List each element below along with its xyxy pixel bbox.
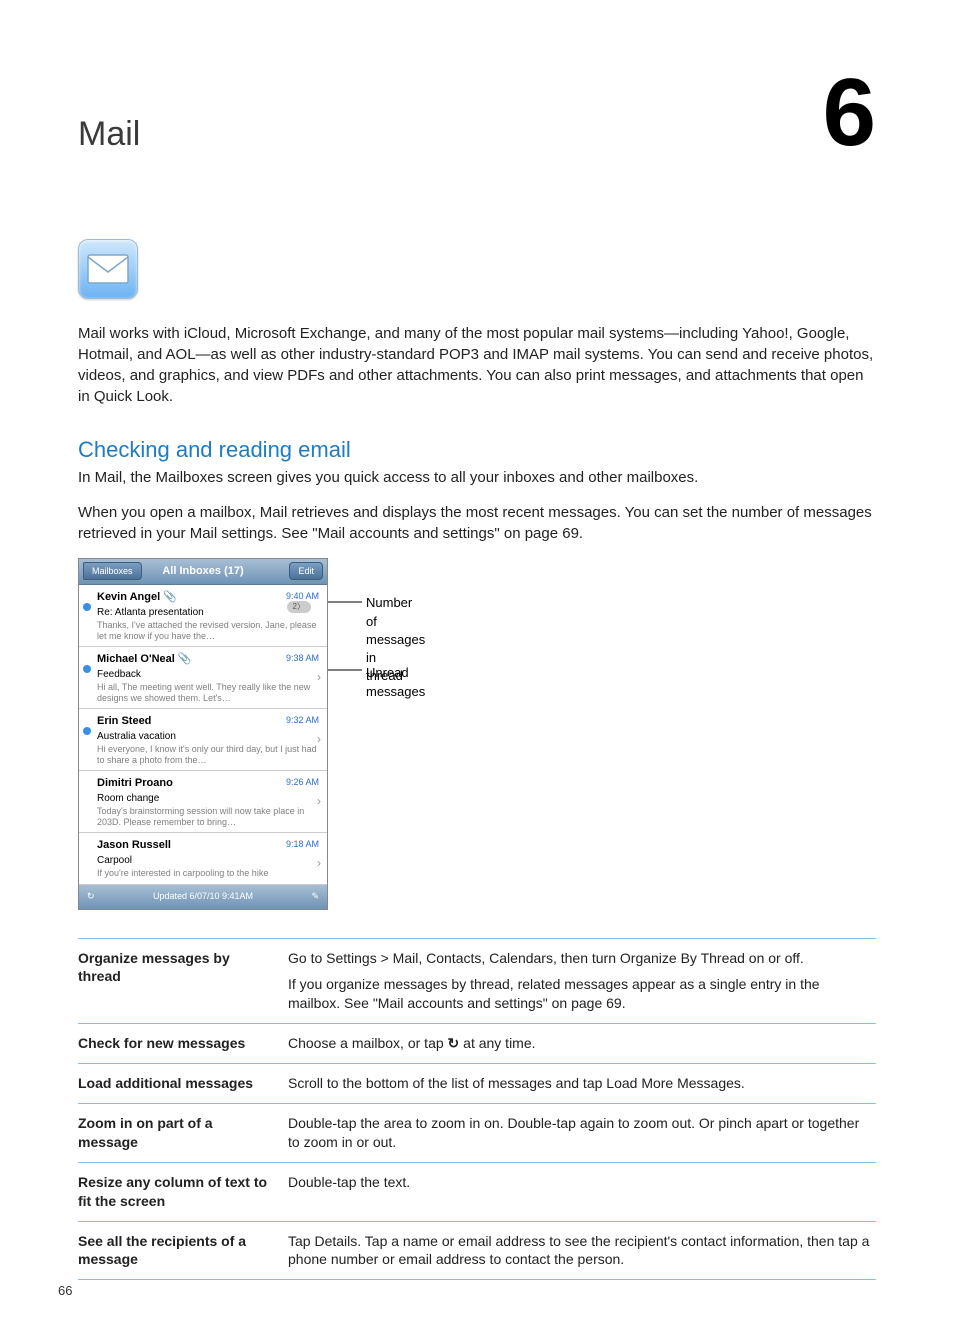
navbar-title: All Inboxes (17): [162, 564, 243, 579]
unread-dot: [83, 727, 91, 735]
toolbar: ↻ Updated 6/07/10 9:41AM ✎: [79, 885, 327, 909]
callout-unread: Unread messages: [366, 664, 425, 700]
mail-app-icon: [78, 239, 138, 299]
task-name: See all the recipients of a message: [78, 1221, 288, 1280]
message-row[interactable]: Kevin Angel 📎9:40 AMRe: Atlanta presenta…: [79, 585, 327, 647]
subject: Room change: [97, 792, 321, 806]
unread-dot: [83, 665, 91, 673]
preview: Thanks, I've attached the revised versio…: [97, 620, 321, 642]
preview: Hi everyone, I know it's only our third …: [97, 744, 321, 766]
time: 9:32 AM: [286, 714, 319, 727]
section-paragraph: When you open a mailbox, Mail retrieves …: [78, 502, 876, 544]
chevron-right-icon: ›: [317, 669, 321, 686]
chevron-right-icon: ›: [317, 793, 321, 810]
section-heading: Checking and reading email: [78, 435, 876, 466]
task-description: Double-tap the area to zoom in on. Doubl…: [288, 1103, 876, 1162]
time: 9:38 AM: [286, 652, 319, 665]
subject: Australia vacation: [97, 730, 321, 744]
navbar: Mailboxes All Inboxes (17) Edit: [79, 559, 327, 585]
message-row[interactable]: Jason Russell9:18 AMCarpoolIf you're int…: [79, 833, 327, 884]
message-row[interactable]: Michael O'Neal 📎9:38 AMFeedbackHi all, T…: [79, 647, 327, 709]
task-row: Check for new messagesChoose a mailbox, …: [78, 1024, 876, 1064]
edit-button[interactable]: Edit: [289, 562, 323, 580]
message-row[interactable]: Erin Steed9:32 AMAustralia vacationHi ev…: [79, 709, 327, 771]
time: 9:26 AM: [286, 776, 319, 789]
callout-thread-count: Number of: [366, 594, 425, 630]
status-text: Updated 6/07/10 9:41AM: [153, 890, 253, 903]
task-row: Zoom in on part of a messageDouble-tap t…: [78, 1103, 876, 1162]
chapter-number: 6: [823, 70, 876, 156]
message-row[interactable]: Dimitri Proano9:26 AMRoom changeToday's …: [79, 771, 327, 833]
page-number: 66: [58, 1282, 72, 1300]
chevron-right-icon: ›: [317, 731, 321, 748]
task-row: Resize any column of text to fit the scr…: [78, 1162, 876, 1221]
tasks-table: Organize messages by threadGo to Setting…: [78, 938, 876, 1281]
intro-paragraph: Mail works with iCloud, Microsoft Exchan…: [78, 323, 876, 407]
task-name: Check for new messages: [78, 1024, 288, 1064]
task-row: Load additional messagesScroll to the bo…: [78, 1064, 876, 1104]
mailboxes-back-button[interactable]: Mailboxes: [83, 562, 142, 580]
preview: Hi all, The meeting went well. They real…: [97, 682, 321, 704]
task-row: Organize messages by threadGo to Setting…: [78, 938, 876, 1024]
thread-count-badge: 2〉: [287, 601, 311, 612]
task-description: Scroll to the bottom of the list of mess…: [288, 1064, 876, 1104]
task-name: Resize any column of text to fit the scr…: [78, 1162, 288, 1221]
unread-dot: [83, 603, 91, 611]
callouts: Number of messages in thread Unread mess…: [328, 558, 352, 592]
task-name: Load additional messages: [78, 1064, 288, 1104]
task-description: Choose a mailbox, or tap ↻ at any time.: [288, 1024, 876, 1064]
task-description: Tap Details. Tap a name or email address…: [288, 1221, 876, 1280]
chevron-right-icon: ›: [317, 855, 321, 872]
task-description: Double-tap the text.: [288, 1162, 876, 1221]
task-name: Zoom in on part of a message: [78, 1103, 288, 1162]
subject: Feedback: [97, 668, 321, 682]
task-name: Organize messages by thread: [78, 938, 288, 1024]
section-sub: In Mail, the Mailboxes screen gives you …: [78, 467, 876, 488]
mail-inbox-screenshot: Mailboxes All Inboxes (17) Edit Kevin An…: [78, 558, 328, 909]
preview: Today's brainstorming session will now t…: [97, 806, 321, 828]
refresh-icon: ↻: [448, 1034, 460, 1053]
subject: Carpool: [97, 854, 321, 868]
refresh-icon[interactable]: ↻: [87, 890, 95, 903]
chapter-title: Mail: [78, 111, 140, 159]
compose-icon[interactable]: ✎: [311, 890, 319, 903]
task-description: Go to Settings > Mail, Contacts, Calenda…: [288, 938, 876, 1024]
callout-thread-count-2: messages in: [366, 631, 425, 667]
time: 9:18 AM: [286, 838, 319, 851]
preview: If you're interested in carpooling to th…: [97, 868, 321, 879]
envelope-icon: [87, 254, 129, 284]
task-row: See all the recipients of a messageTap D…: [78, 1221, 876, 1280]
